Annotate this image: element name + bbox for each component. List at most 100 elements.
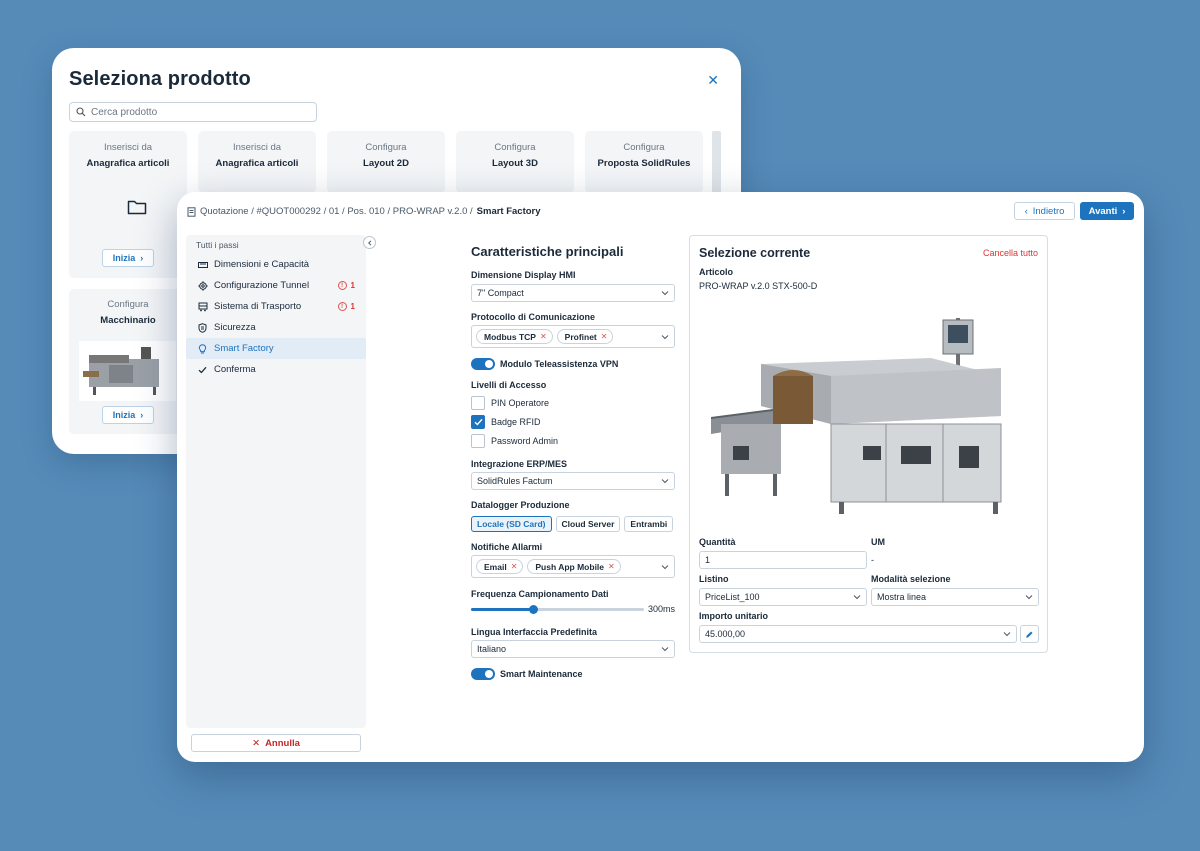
inizia-label: Inizia: [112, 410, 136, 420]
breadcrumb-path[interactable]: Quotazione / #QUOT000292 / 01 / Pos. 010…: [200, 206, 473, 217]
error-badge: ! 1: [337, 302, 355, 311]
search-input[interactable]: [91, 106, 291, 118]
ruler-icon: [197, 259, 208, 270]
remove-chip-icon[interactable]: ✕: [540, 332, 547, 341]
slider-handle[interactable]: [529, 605, 539, 614]
tile-line1: Configura: [365, 142, 407, 153]
slider-fill: [471, 608, 534, 611]
steps-sidebar: Tutti i passi Dimensioni e Capacità Conf…: [186, 235, 376, 728]
collapse-sidebar-button[interactable]: [363, 236, 376, 249]
price-label: Importo unitario: [699, 611, 768, 621]
datalogger-option-cloud[interactable]: Cloud Server: [555, 516, 621, 532]
warning-icon: !: [337, 302, 347, 311]
datalogger-segmented: Locale (SD Card) Cloud Server Entrambi: [471, 516, 674, 532]
alarms-label: Notifiche Allarmi: [471, 542, 543, 552]
cancel-button[interactable]: ✕ Annulla: [191, 734, 361, 752]
price-select[interactable]: 45.000,00: [699, 625, 1017, 643]
sidebar-item-label: Configurazione Tunnel: [214, 280, 310, 291]
breadcrumb-current: Smart Factory: [476, 206, 541, 217]
configurator-window: Quotazione / #QUOT000292 / 01 / Pos. 010…: [177, 192, 1144, 762]
tile-proposta-solidrules[interactable]: Configura Proposta SolidRules: [585, 131, 703, 193]
sidebar-item-sicurezza[interactable]: Sicurezza: [186, 317, 366, 338]
language-select[interactable]: Italiano: [471, 640, 675, 658]
folder-icon: [127, 200, 147, 215]
pin-checkbox[interactable]: [471, 396, 485, 410]
quantity-input[interactable]: 1: [699, 551, 867, 569]
protocol-multiselect[interactable]: Modbus TCP ✕ Profinet ✕: [471, 325, 675, 348]
datalogger-option-both[interactable]: Entrambi: [624, 516, 674, 532]
quantity-value: 1: [705, 555, 711, 565]
alarms-multiselect[interactable]: Email ✕ Push App Mobile ✕: [471, 555, 675, 578]
chevron-down-icon: [853, 595, 861, 600]
protocol-chip: Profinet ✕: [556, 329, 614, 344]
tile-line2: Layout 3D: [492, 158, 538, 169]
price-value: 45.000,00: [705, 629, 746, 639]
inizia-button[interactable]: Inizia ›: [102, 406, 154, 424]
badge-checkbox[interactable]: [471, 415, 485, 429]
sidebar-item-label: Smart Factory: [214, 343, 274, 354]
remove-chip-icon[interactable]: ✕: [608, 562, 615, 571]
tile-line2: Macchinario: [100, 315, 156, 326]
chevron-down-icon: [661, 565, 669, 570]
language-value: Italiano: [477, 644, 507, 654]
protocol-label: Protocollo di Comunicazione: [471, 312, 596, 322]
chevron-down-icon: [1025, 595, 1033, 600]
sidebar-item-dimensioni[interactable]: Dimensioni e Capacità: [186, 254, 366, 275]
check-icon: [197, 364, 208, 375]
next-button[interactable]: Avanti ›: [1080, 202, 1134, 220]
back-label: Indietro: [1032, 205, 1065, 217]
tile-line2: Proposta SolidRules: [597, 158, 691, 169]
chip-label: Profinet: [564, 331, 597, 342]
warning-icon: !: [337, 281, 347, 290]
chevron-down-icon: [661, 479, 669, 484]
vpn-toggle[interactable]: [471, 358, 495, 370]
machine-thumbnail: [79, 341, 176, 401]
edit-price-button[interactable]: [1020, 625, 1039, 643]
search-field[interactable]: [69, 102, 317, 122]
tile-layout-3d[interactable]: Configura Layout 3D: [456, 131, 574, 193]
close-icon: ✕: [252, 737, 261, 749]
scrollbar[interactable]: [712, 131, 721, 193]
chevron-down-icon: [661, 291, 669, 296]
tile-line1: Configura: [623, 142, 665, 153]
back-button[interactable]: ‹ Indietro: [1014, 202, 1075, 220]
display-select[interactable]: 7" Compact: [471, 284, 675, 302]
listino-select[interactable]: PriceList_100: [699, 588, 867, 606]
frequency-slider[interactable]: [471, 605, 644, 614]
article-value: PRO-WRAP v.2.0 STX-500-D: [699, 281, 818, 291]
mode-select[interactable]: Mostra linea: [871, 588, 1039, 606]
language-label: Lingua Interfaccia Predefinita: [471, 627, 598, 637]
sidebar-item-tunnel[interactable]: Configurazione Tunnel ! 1: [186, 275, 366, 296]
tile-line1: Configura: [494, 142, 536, 153]
vpn-toggle-row: Modulo Teleassistenza VPN: [471, 358, 618, 370]
tile-macchinario[interactable]: Configura Macchinario Inizia ›: [69, 289, 187, 434]
erp-select[interactable]: SolidRules Factum: [471, 472, 675, 490]
remove-chip-icon[interactable]: ✕: [511, 562, 518, 571]
chip-label: Push App Mobile: [535, 561, 605, 572]
erp-value: SolidRules Factum: [477, 476, 553, 486]
access-label: Livelli di Accesso: [471, 380, 547, 390]
tile-anagrafica-1[interactable]: Inserisci da Anagrafica articoli Inizia …: [69, 131, 187, 278]
chevron-down-icon: [661, 335, 669, 340]
sidebar-item-trasporto[interactable]: Sistema di Trasporto ! 1: [186, 296, 366, 317]
maintenance-toggle[interactable]: [471, 668, 495, 680]
form-title: Caratteristiche principali: [471, 244, 624, 259]
sidebar-item-label: Conferma: [214, 364, 256, 375]
clear-all-link[interactable]: Cancella tutto: [983, 248, 1038, 258]
error-count: 1: [350, 302, 355, 311]
sidebar-item-conferma[interactable]: Conferma: [186, 359, 366, 380]
tile-line1: Configura: [107, 299, 149, 310]
close-icon[interactable]: ✕: [707, 72, 719, 89]
frequency-value: 300ms: [648, 604, 676, 614]
inizia-button[interactable]: Inizia ›: [102, 249, 154, 267]
protocol-chip: Modbus TCP ✕: [476, 329, 553, 344]
datalogger-option-local[interactable]: Locale (SD Card): [471, 516, 552, 532]
sidebar-item-label: Dimensioni e Capacità: [214, 259, 310, 270]
tile-layout-2d[interactable]: Configura Layout 2D: [327, 131, 445, 193]
datalogger-label: Datalogger Produzione: [471, 500, 570, 510]
next-label: Avanti: [1088, 205, 1118, 217]
remove-chip-icon[interactable]: ✕: [601, 332, 608, 341]
tile-anagrafica-2[interactable]: Inserisci da Anagrafica articoli: [198, 131, 316, 193]
password-checkbox[interactable]: [471, 434, 485, 448]
sidebar-item-smart-factory[interactable]: Smart Factory: [186, 338, 366, 359]
